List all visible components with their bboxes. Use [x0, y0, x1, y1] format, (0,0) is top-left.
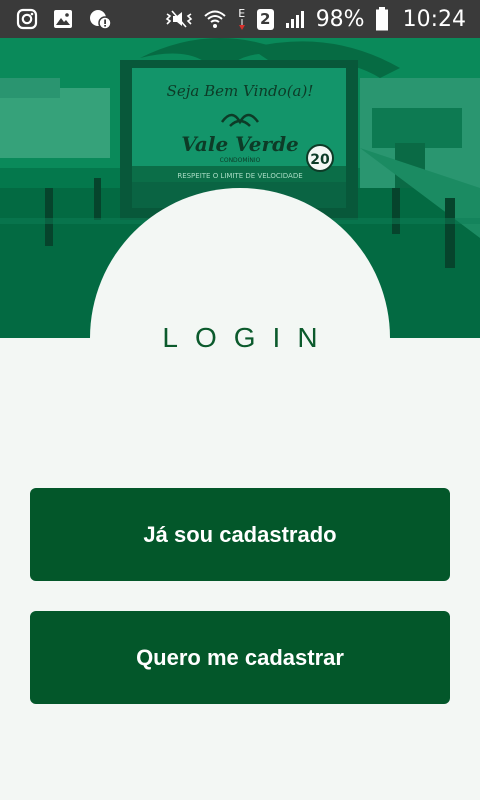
battery-icon	[375, 7, 389, 31]
vibrate-icon	[165, 8, 193, 30]
status-bar: E 2 98% 10:24	[0, 0, 480, 38]
data-e-icon: E	[237, 8, 247, 31]
alert-bubble-icon	[88, 8, 112, 30]
sign-notice-text: RESPEITE O LIMITE DE VELOCIDADE	[177, 172, 302, 180]
wifi-icon	[203, 8, 227, 30]
sign-brand-text: Vale Verde	[181, 132, 299, 156]
gallery-icon	[52, 8, 74, 30]
register-button[interactable]: Quero me cadastrar	[30, 611, 450, 704]
sim-2-icon: 2	[256, 8, 274, 30]
sign-sub-text: CONDOMÍNIO	[220, 157, 261, 164]
sign-speed-text: 20	[310, 152, 330, 168]
clock: 10:24	[402, 6, 466, 32]
battery-percent: 98%	[315, 6, 365, 32]
sign-welcome-text: Seja Bem Vindo(a)!	[167, 82, 314, 100]
status-bar-left	[16, 8, 112, 30]
login-title: LOGIN	[162, 322, 335, 353]
signal-icon	[284, 8, 306, 30]
data-type-label: E	[238, 6, 246, 20]
already-registered-button[interactable]: Já sou cadastrado	[30, 488, 450, 581]
login-panel	[90, 338, 390, 488]
instagram-icon	[16, 8, 38, 30]
status-bar-right: E 2 98% 10:24	[165, 7, 466, 32]
